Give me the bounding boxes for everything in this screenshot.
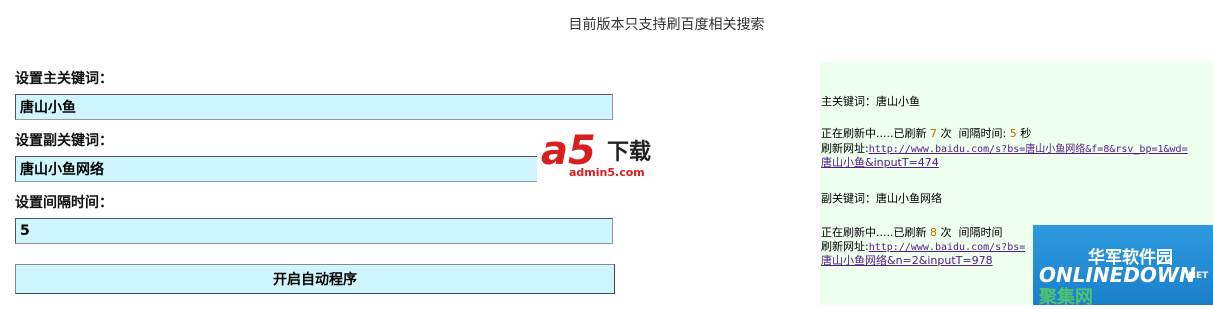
sub-refresh-count-unit: 次 xyxy=(940,226,952,239)
sub-url-link-cont[interactable]: 唐山小鱼网络&n=2&inputT=978 xyxy=(821,254,993,267)
sub-keyword-status-value: 唐山小鱼网络 xyxy=(876,192,942,205)
sub-url-line: 刷新网址:http://www.baidu.com/s?bs= xyxy=(821,240,1025,254)
main-keyword-label: 设置主关键词： xyxy=(15,71,113,87)
sub-keyword-status-label: 副关键词： xyxy=(821,192,876,205)
version-notice: 目前版本只支持刷百度相关搜索 xyxy=(568,17,765,33)
sub-interval-label: 间隔时间 xyxy=(958,226,1003,239)
sub-keyword-label: 设置副关键词： xyxy=(15,133,113,149)
sub-keyword-status: 副关键词：唐山小鱼网络 xyxy=(821,192,942,205)
main-interval-value: 5 xyxy=(1009,127,1017,140)
main-refresh-count-unit: 次 xyxy=(940,127,952,140)
main-refresh-text: 正在刷新中.....已刷新 xyxy=(821,127,927,140)
sub-refresh-text: 正在刷新中.....已刷新 xyxy=(821,226,927,239)
main-refresh-status: 正在刷新中.....已刷新 7 次 间隔时间: 5 秒 xyxy=(821,127,1031,140)
main-url-link-cont[interactable]: 唐山小鱼&inputT=474 xyxy=(821,156,939,169)
sub-refresh-status: 正在刷新中.....已刷新 8 次 间隔时间 xyxy=(821,226,1002,239)
a5-logo-site: admin5.com xyxy=(569,166,645,179)
main-interval-label: 间隔时间: xyxy=(958,127,1007,140)
onlinedown-logo-sub: 聚集网 xyxy=(1039,287,1093,308)
main-url-link[interactable]: http://www.baidu.com/s?bs=唐山小鱼网络&f=8&rsv… xyxy=(869,144,1188,155)
main-keyword-status-label: 主关键词： xyxy=(821,95,876,108)
a5-logo-download: 下载 xyxy=(607,140,652,165)
main-keyword-status: 主关键词：唐山小鱼 xyxy=(821,95,920,108)
main-url-line: 刷新网址:http://www.baidu.com/s?bs=唐山小鱼网络&f=… xyxy=(821,142,1188,156)
main-refresh-count: 7 xyxy=(929,127,937,140)
sub-refresh-count: 8 xyxy=(929,226,937,239)
sub-url-link[interactable]: http://www.baidu.com/s?bs= xyxy=(869,242,1026,253)
start-auto-button[interactable]: 开启自动程序 xyxy=(15,264,615,294)
sub-url-line-2: 唐山小鱼网络&n=2&inputT=978 xyxy=(821,254,993,267)
main-interval-unit: 秒 xyxy=(1020,127,1032,140)
main-url-line-2: 唐山小鱼&inputT=474 xyxy=(821,156,939,169)
onlinedown-logo-net: .NET xyxy=(1185,271,1209,281)
sub-keyword-input[interactable] xyxy=(15,156,613,182)
interval-label: 设置间隔时间： xyxy=(15,195,113,211)
main-url-label: 刷新网址: xyxy=(821,142,869,155)
main-keyword-status-value: 唐山小鱼 xyxy=(876,95,920,108)
sub-url-label: 刷新网址: xyxy=(821,240,869,253)
onlinedown-watermark-logo: 华军软件园 ONLINEDOWN .NET 聚集网 xyxy=(1033,225,1213,308)
interval-input[interactable] xyxy=(15,218,613,244)
main-keyword-input[interactable] xyxy=(15,94,613,120)
a5-watermark-logo: a5 下载 admin5.com xyxy=(537,130,680,182)
